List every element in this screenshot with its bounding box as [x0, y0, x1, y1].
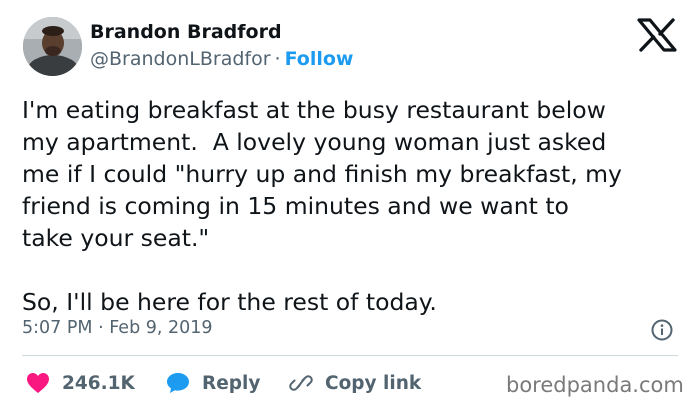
- tweet-timestamp[interactable]: 5:07 PM · Feb 9, 2019: [22, 318, 213, 338]
- copy-link-button[interactable]: Copy link: [289, 366, 421, 400]
- reply-bubble-icon: [167, 373, 189, 393]
- heart-icon: [27, 373, 49, 393]
- author-name[interactable]: Brandon Bradford: [90, 21, 282, 43]
- follow-button[interactable]: Follow: [285, 48, 354, 70]
- avatar-photo-icon: [23, 17, 82, 76]
- reply-button[interactable]: Reply: [166, 366, 260, 400]
- link-icon: [289, 375, 313, 391]
- info-icon[interactable]: [651, 319, 673, 341]
- handle-separator: ·: [274, 48, 281, 70]
- author-handle[interactable]: @BrandonLBradfor: [90, 48, 271, 70]
- x-logo-icon[interactable]: [637, 18, 677, 52]
- copy-link-label: Copy link: [325, 372, 422, 394]
- author-handle-row: @BrandonLBradfor · Follow: [90, 48, 353, 70]
- watermark: boredpanda.com: [506, 373, 684, 397]
- author-avatar[interactable]: [23, 17, 82, 76]
- like-count: 246.1K: [62, 372, 135, 394]
- divider: [22, 355, 678, 356]
- reply-label: Reply: [202, 372, 261, 394]
- tweet-text: I'm eating breakfast at the busy restaur…: [22, 96, 622, 316]
- like-button[interactable]: 246.1K: [26, 366, 135, 400]
